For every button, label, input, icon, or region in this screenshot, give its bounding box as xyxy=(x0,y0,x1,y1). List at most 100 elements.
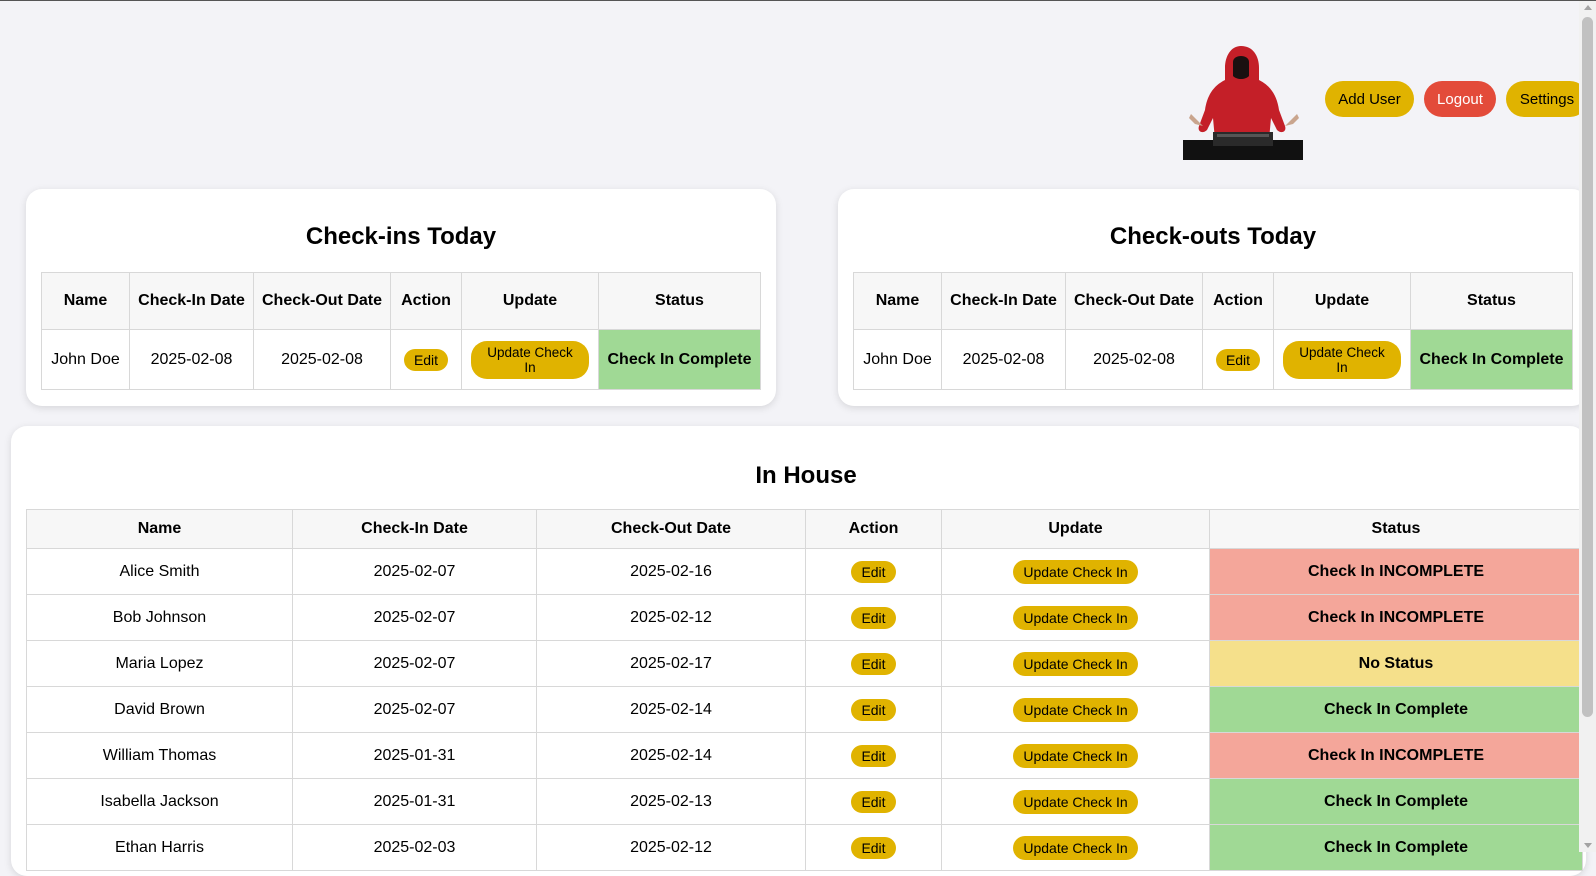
cell-action: Edit xyxy=(1202,329,1274,390)
status-cell: Check In INCOMPLETE xyxy=(1209,548,1583,595)
status-cell: Check In Complete xyxy=(1410,329,1573,390)
cell-checkin: 2025-02-07 xyxy=(292,640,537,687)
update-check-in-button[interactable]: Update Check In xyxy=(471,340,589,379)
cell-checkout: 2025-02-08 xyxy=(1065,329,1203,390)
checkouts-card: Check-outs Today Name Check-In Date Chec… xyxy=(838,189,1588,406)
col-update: Update xyxy=(461,272,599,330)
vertical-scrollbar[interactable] xyxy=(1579,1,1596,852)
update-check-in-button[interactable]: Update Check In xyxy=(1013,651,1138,676)
cell-action: Edit xyxy=(390,329,462,390)
col-checkin-date: Check-In Date xyxy=(292,509,537,549)
cell-name: John Doe xyxy=(853,329,942,390)
scroll-thumb[interactable] xyxy=(1582,17,1593,717)
scroll-up-arrow-icon[interactable] xyxy=(1584,5,1592,10)
cell-checkin: 2025-01-31 xyxy=(292,732,537,779)
col-checkout-date: Check-Out Date xyxy=(253,272,391,330)
checkins-card: Check-ins Today Name Check-In Date Check… xyxy=(26,189,776,406)
col-update: Update xyxy=(1273,272,1411,330)
status-cell: No Status xyxy=(1209,640,1583,687)
cell-update: Update Check In xyxy=(1273,329,1411,390)
update-check-in-button[interactable]: Update Check In xyxy=(1013,697,1138,722)
update-check-in-button[interactable]: Update Check In xyxy=(1013,605,1138,630)
window-top-border xyxy=(0,0,1596,1)
checkouts-table: Name Check-In Date Check-Out Date Action… xyxy=(853,272,1573,390)
table-row: John Doe 2025-02-08 2025-02-08 Edit Upda… xyxy=(41,329,761,390)
cell-update: Update Check In xyxy=(941,594,1210,641)
edit-button[interactable]: Edit xyxy=(403,348,449,371)
cell-checkin: 2025-02-08 xyxy=(129,329,254,390)
table-row: William Thomas 2025-01-31 2025-02-14 Edit Up… xyxy=(26,732,1583,779)
col-checkout-date: Check-Out Date xyxy=(536,509,806,549)
col-checkin-date: Check-In Date xyxy=(129,272,254,330)
edit-button[interactable]: Edit xyxy=(851,652,896,675)
cell-checkout: 2025-02-14 xyxy=(536,732,806,779)
table-row: Alice Smith 2025-02-07 2025-02-16 Edit Updat… xyxy=(26,548,1583,595)
edit-button[interactable]: Edit xyxy=(851,836,896,859)
table-row: Isabella Jackson 2025-01-31 2025-02-13 Edit… xyxy=(26,778,1583,825)
edit-button[interactable]: Edit xyxy=(1215,348,1261,371)
edit-button[interactable]: Edit xyxy=(851,790,896,813)
inhouse-table: Name Check-In Date Check-Out Date Action… xyxy=(26,509,1583,871)
col-checkout-date: Check-Out Date xyxy=(1065,272,1203,330)
status-cell: Check In Complete xyxy=(1209,824,1583,871)
cell-name: John Doe xyxy=(41,329,130,390)
col-status: Status xyxy=(1209,509,1583,549)
cell-action: Edit xyxy=(805,778,942,825)
edit-button[interactable]: Edit xyxy=(851,606,896,629)
col-update: Update xyxy=(941,509,1210,549)
scroll-down-arrow-icon[interactable] xyxy=(1584,843,1592,848)
table-row: Maria Lopez 2025-02-07 2025-02-17 Edit Updat… xyxy=(26,640,1583,687)
status-cell: Check In Complete xyxy=(1209,778,1583,825)
inhouse-title: In House xyxy=(755,462,857,489)
col-checkin-date: Check-In Date xyxy=(941,272,1066,330)
update-check-in-button[interactable]: Update Check In xyxy=(1013,835,1138,860)
cell-update: Update Check In xyxy=(941,778,1210,825)
update-check-in-button[interactable]: Update Check In xyxy=(1283,340,1401,379)
checkouts-title: Check-outs Today xyxy=(1109,223,1317,250)
inhouse-card: In House Name Check-In Date Check-Out Da… xyxy=(11,426,1586,876)
table-row: David Brown 2025-02-07 2025-02-14 Edit Updat… xyxy=(26,686,1583,733)
settings-button[interactable]: Settings xyxy=(1506,81,1588,117)
col-name: Name xyxy=(853,272,942,330)
update-check-in-button[interactable]: Update Check In xyxy=(1013,789,1138,814)
cell-checkout: 2025-02-13 xyxy=(536,778,806,825)
cell-checkin: 2025-02-08 xyxy=(941,329,1066,390)
cell-name: William Thomas xyxy=(26,732,293,779)
checkins-table: Name Check-In Date Check-Out Date Action… xyxy=(41,272,761,390)
cell-checkout: 2025-02-08 xyxy=(253,329,391,390)
edit-button[interactable]: Edit xyxy=(851,698,896,721)
status-cell: Check In Complete xyxy=(598,329,761,390)
table-row: Bob Johnson 2025-02-07 2025-02-12 Edit Updat… xyxy=(26,594,1583,641)
cell-action: Edit xyxy=(805,824,942,871)
status-cell: Check In INCOMPLETE xyxy=(1209,594,1583,641)
update-check-in-button[interactable]: Update Check In xyxy=(1013,743,1138,768)
cell-checkin: 2025-01-31 xyxy=(292,778,537,825)
avatar xyxy=(1183,40,1303,160)
cell-checkin: 2025-02-07 xyxy=(292,686,537,733)
edit-button[interactable]: Edit xyxy=(851,744,896,767)
cell-action: Edit xyxy=(805,732,942,779)
cell-checkin: 2025-02-03 xyxy=(292,824,537,871)
col-name: Name xyxy=(26,509,293,549)
logout-button[interactable]: Logout xyxy=(1424,81,1496,117)
edit-button[interactable]: Edit xyxy=(851,560,896,583)
add-user-button[interactable]: Add User xyxy=(1325,81,1414,117)
update-check-in-button[interactable]: Update Check In xyxy=(1013,559,1138,584)
col-action: Action xyxy=(805,509,942,549)
cell-name: Alice Smith xyxy=(26,548,293,595)
status-cell: Check In INCOMPLETE xyxy=(1209,732,1583,779)
status-cell: Check In Complete xyxy=(1209,686,1583,733)
cell-checkout: 2025-02-16 xyxy=(536,548,806,595)
cell-update: Update Check In xyxy=(941,640,1210,687)
col-status: Status xyxy=(598,272,761,330)
cell-update: Update Check In xyxy=(941,824,1210,871)
cell-name: Isabella Jackson xyxy=(26,778,293,825)
col-action: Action xyxy=(390,272,462,330)
cell-update: Update Check In xyxy=(941,548,1210,595)
cell-name: Maria Lopez xyxy=(26,640,293,687)
cell-update: Update Check In xyxy=(941,732,1210,779)
col-action: Action xyxy=(1202,272,1274,330)
table-row: Ethan Harris 2025-02-03 2025-02-12 Edit Upda… xyxy=(26,824,1583,871)
cell-update: Update Check In xyxy=(461,329,599,390)
col-name: Name xyxy=(41,272,130,330)
